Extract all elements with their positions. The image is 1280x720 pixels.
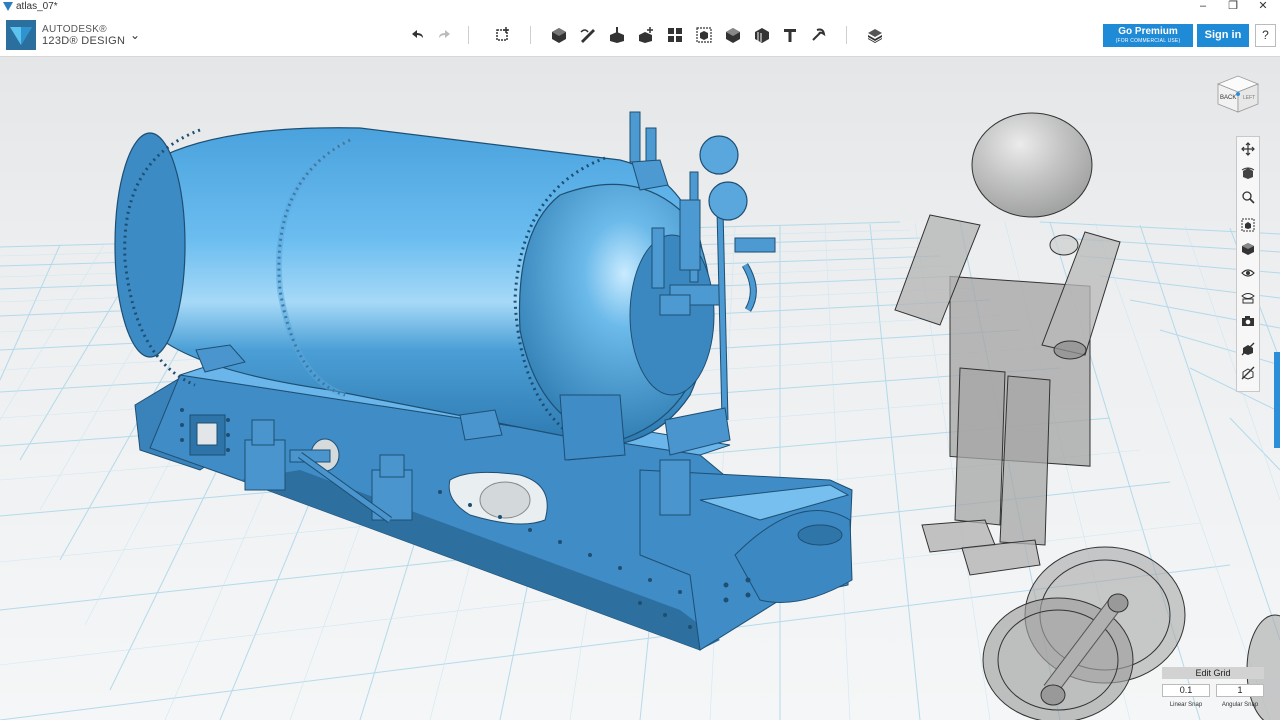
combine-icon[interactable] [722,24,744,46]
title-bar: atlas_07* – ❐ ✕ [0,0,1280,14]
close-button[interactable]: ✕ [1248,0,1278,14]
angular-snap-label: Angular Snap [1221,702,1259,708]
pattern-icon[interactable] [664,24,686,46]
view-cube[interactable]: BACK LEFT [1213,72,1263,114]
window-title: atlas_07* [16,1,58,12]
go-premium-button[interactable]: Go Premium (FOR COMMERCIAL USE) [1103,24,1193,47]
primitives-icon[interactable] [548,24,570,46]
construct-icon[interactable] [606,24,628,46]
minimize-button[interactable]: – [1188,0,1218,14]
maximize-button[interactable]: ❐ [1218,0,1248,14]
chevron-down-icon[interactable]: ⌄ [130,28,140,42]
fit-icon[interactable] [1240,217,1256,233]
material-icon[interactable] [864,24,886,46]
material-view-icon[interactable] [1240,289,1256,305]
toolbar-divider [468,26,469,44]
sign-in-button[interactable]: Sign in [1197,24,1249,47]
app-icon [3,2,13,11]
app-logo[interactable] [6,20,36,50]
premium-label: Go Premium [1118,26,1178,37]
redo-icon[interactable] [434,24,456,46]
cube-face-left[interactable]: LEFT [1243,95,1255,101]
angular-snap-field[interactable]: 1 [1216,684,1264,697]
cube-face-back[interactable]: BACK [1220,95,1236,101]
group-icon[interactable] [693,24,715,46]
side-panel-tab[interactable] [1274,352,1280,448]
modify-icon[interactable] [635,24,657,46]
camera-icon[interactable] [1240,313,1256,329]
text-icon[interactable] [779,24,801,46]
measure-icon[interactable] [751,24,773,46]
toolbar-divider [530,26,531,44]
sketch-icon[interactable] [577,24,599,46]
navigation-bar [1236,136,1260,392]
transform-icon[interactable] [492,24,514,46]
hide-icon[interactable] [1240,341,1256,357]
zoom-icon[interactable] [1240,189,1256,205]
linear-snap-field[interactable]: 0.1 [1162,684,1210,697]
view-icon[interactable] [1240,241,1256,257]
toolbar-divider [846,26,847,44]
orbit-icon[interactable] [1240,165,1256,181]
brand-company: AUTODESK® [42,24,107,35]
main-toolbar: AUTODESK® 123D® DESIGN ⌄ Go Premium (FOR… [0,14,1280,57]
edit-grid-panel: Edit Grid 0.1 1 Linear Snap Angular Snap [1160,667,1266,720]
edit-grid-button[interactable]: Edit Grid [1162,667,1264,679]
scene-canvas[interactable] [0,57,1280,720]
linear-snap-label: Linear Snap [1169,702,1203,708]
xray-icon[interactable] [1240,365,1256,381]
snap-icon[interactable] [807,24,829,46]
3d-viewport[interactable] [0,57,1280,720]
help-button[interactable]: ? [1255,24,1276,47]
pan-icon[interactable] [1240,141,1256,157]
undo-icon[interactable] [406,24,428,46]
visibility-icon[interactable] [1240,265,1256,281]
brand-product: 123D® DESIGN [42,35,126,47]
premium-sublabel: (FOR COMMERCIAL USE) [1115,38,1181,44]
